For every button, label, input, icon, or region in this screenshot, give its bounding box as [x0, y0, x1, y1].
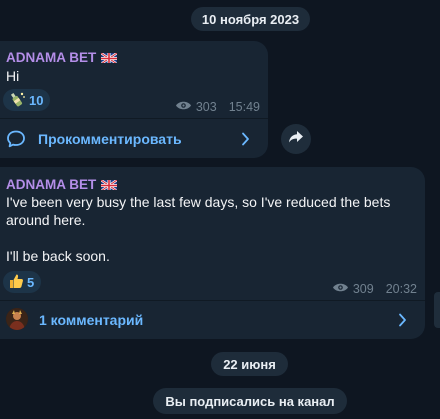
- view-count: 303: [195, 100, 217, 114]
- date-separator: 22 июня: [211, 352, 288, 376]
- reaction-button[interactable]: 5: [3, 271, 42, 293]
- reaction-button[interactable]: 10: [3, 89, 51, 111]
- thumbs-up-icon: [8, 273, 24, 292]
- message-text: I'll be back soon.: [6, 248, 110, 264]
- eye-icon: [332, 282, 349, 296]
- date-separator: 10 ноября 2023: [191, 7, 310, 31]
- scroll-edge: [434, 292, 440, 328]
- share-button[interactable]: [281, 124, 311, 154]
- chevron-right-icon: [398, 313, 407, 332]
- message-text: I've been very busy the last few days, s…: [6, 194, 391, 228]
- reaction-count: 10: [29, 92, 44, 108]
- message-bubble[interactable]: ADNAMA BET Hi 10 303 15:49 Прокомментиро…: [0, 41, 268, 158]
- comment-label: Прокомментировать: [38, 131, 182, 147]
- share-arrow-icon: [288, 130, 304, 149]
- uk-flag-icon: [101, 52, 118, 63]
- chevron-right-icon: [241, 132, 250, 151]
- uk-flag-icon: [101, 179, 118, 190]
- chat-view: 10 ноября 2023 ADNAMA BET Hi 10 303 15:4…: [0, 0, 440, 419]
- channel-name[interactable]: ADNAMA BET: [6, 50, 118, 65]
- view-count: 309: [352, 282, 374, 296]
- message-text: Hi: [6, 68, 20, 84]
- message-meta: 303 15:49: [175, 100, 260, 114]
- message-time: 15:49: [228, 100, 260, 114]
- reaction-count: 5: [27, 274, 35, 290]
- service-message: Вы подписались на канал: [153, 388, 347, 414]
- date-separator-label: 22 июня: [223, 356, 276, 372]
- comment-label: 1 комментарий: [39, 312, 144, 328]
- service-message-text: Вы подписались на канал: [165, 393, 335, 409]
- message-time: 20:32: [385, 282, 417, 296]
- message-meta: 309 20:32: [332, 282, 417, 296]
- date-separator-label: 10 ноября 2023: [201, 11, 300, 27]
- bottle-icon: [8, 91, 26, 110]
- comment-button[interactable]: Прокомментировать: [0, 119, 268, 159]
- comment-bubble-icon: [6, 129, 26, 154]
- eye-icon: [175, 100, 192, 114]
- channel-name[interactable]: ADNAMA BET: [6, 177, 118, 192]
- message-bubble[interactable]: ADNAMA BET I've been very busy the last …: [0, 167, 425, 339]
- comments-button[interactable]: 1 комментарий: [0, 300, 425, 340]
- commenter-avatar: [6, 308, 28, 330]
